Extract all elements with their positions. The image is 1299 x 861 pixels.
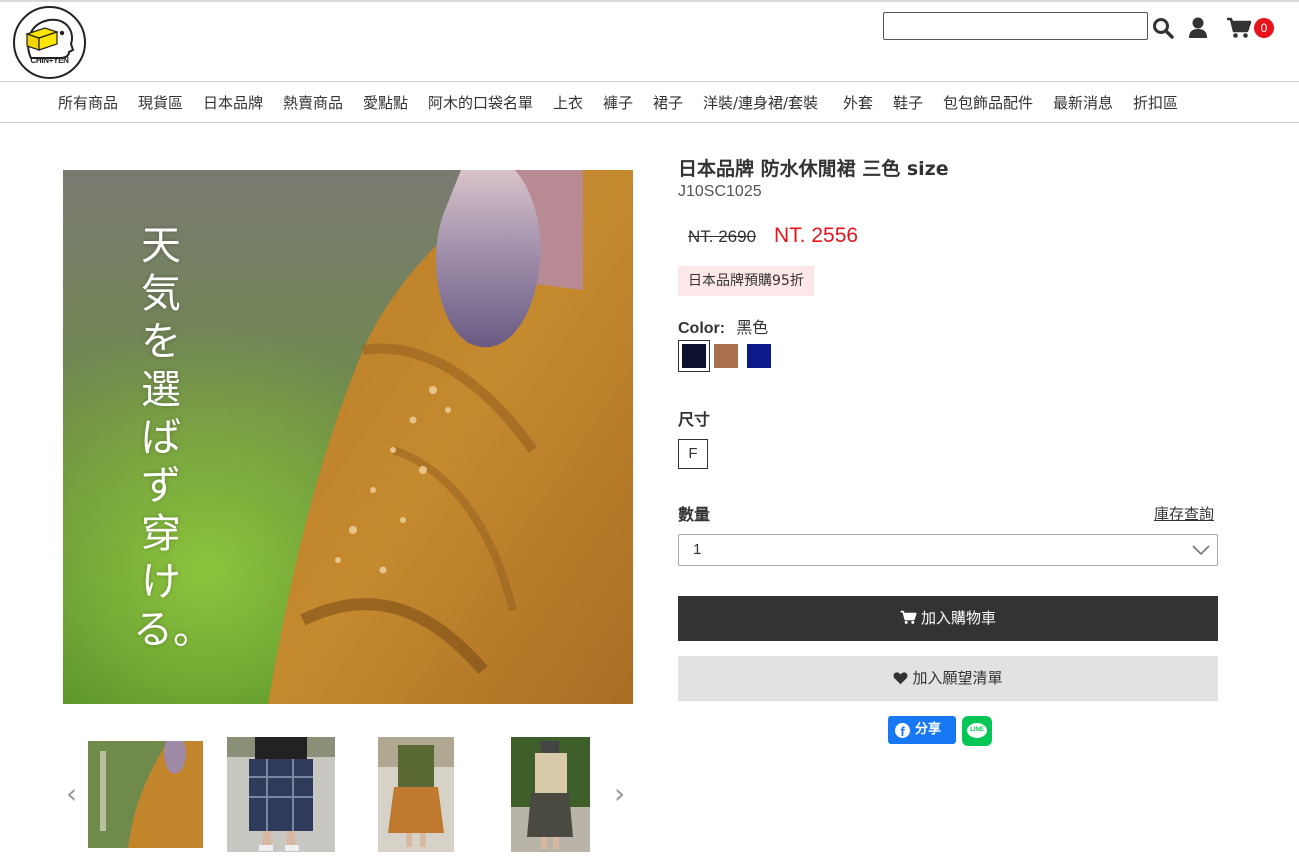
nav-item-shoes[interactable]: 鞋子 (893, 92, 923, 113)
original-price: NT. 2690 (688, 227, 757, 246)
color-swatch-brown[interactable] (714, 344, 738, 368)
nav-item-polka-dots[interactable]: 愛點點 (363, 92, 408, 113)
thumbnail-3-photo (378, 737, 454, 852)
thumbnail-1-photo (88, 741, 203, 848)
color-swatch-black[interactable] (678, 340, 710, 372)
add-to-cart-label: 加入購物車 (920, 609, 996, 627)
thumbnail-4-photo (511, 737, 590, 852)
thumbnail-2[interactable] (227, 737, 335, 852)
sale-price: NT. 2556 (774, 224, 859, 247)
line-icon: LINE (967, 723, 987, 738)
add-to-cart-button[interactable]: 加入購物車 (678, 596, 1218, 641)
nav-item-news[interactable]: 最新消息 (1053, 92, 1113, 113)
nav-item-skirts[interactable]: 裙子 (653, 92, 683, 113)
nav-item-dresses[interactable]: 洋裝/連身裙/套裝 (703, 92, 818, 113)
add-to-wishlist-label: 加入願望清單 (912, 669, 1003, 687)
main-product-image[interactable]: 天気を選ばず穿ける。 (63, 170, 633, 704)
thumb-prev-arrow[interactable]: ‹ (66, 779, 77, 809)
nav-item-pants[interactable]: 褲子 (603, 92, 633, 113)
quantity-select[interactable]: 1 (678, 534, 1218, 566)
thumbnail-4[interactable] (511, 737, 590, 852)
stock-check-link[interactable]: 庫存查詢 (1154, 503, 1214, 524)
nav-item-bags-accessories[interactable]: 包包飾品配件 (943, 92, 1033, 113)
nav-item-sale[interactable]: 折扣區 (1133, 92, 1178, 113)
nav-item-in-stock[interactable]: 現貨區 (138, 92, 183, 113)
color-label-key: Color: (678, 320, 726, 337)
add-to-wishlist-button[interactable]: 加入願望清單 (678, 656, 1218, 701)
cart-count-badge: 0 (1254, 18, 1274, 38)
thumbnail-2-photo (227, 737, 335, 852)
main-image-overlay-text: 天気を選ばず穿ける。 (133, 223, 213, 653)
cart-icon (900, 610, 917, 624)
product-title: 日本品牌 防水休閒裙 三色 size (678, 158, 949, 180)
size-label: 尺寸 (678, 410, 711, 429)
promo-tag: 日本品牌預購95折 (678, 266, 814, 296)
color-label: Color: 黑色 (678, 314, 768, 338)
selected-color-value: 黑色 (736, 318, 769, 337)
facebook-icon: f (895, 723, 910, 739)
heart-icon (894, 672, 908, 685)
nav-item-amu-picks[interactable]: 阿木的口袋名單 (428, 92, 533, 113)
category-nav: 所有商品 現貨區 日本品牌 熱賣商品 愛點點 阿木的口袋名單 上衣 褲子 裙子 … (0, 83, 1299, 123)
logo-text: CHiN+YEN (30, 56, 69, 65)
nav-item-tops[interactable]: 上衣 (553, 92, 583, 113)
thumbnail-3[interactable] (378, 737, 454, 852)
nav-item-bestsellers[interactable]: 熱賣商品 (283, 92, 343, 113)
color-swatch-blue[interactable] (747, 344, 771, 368)
size-option-f[interactable]: F (678, 439, 708, 469)
logo-head-icon (25, 18, 75, 59)
product-sku: J10SC1025 (678, 183, 762, 200)
nav-item-japan-brands[interactable]: 日本品牌 (203, 92, 263, 113)
chevron-down-icon (1192, 545, 1210, 556)
site-logo[interactable]: CHiN+YEN (13, 6, 86, 79)
facebook-share-label: 分享 (915, 722, 942, 737)
facebook-share-button[interactable]: f 分享 (888, 716, 956, 744)
search-icon[interactable] (1152, 17, 1174, 39)
quantity-label: 數量 (678, 505, 711, 524)
nav-item-outerwear[interactable]: 外套 (843, 92, 873, 113)
search-input[interactable] (883, 12, 1148, 40)
thumbnail-1[interactable] (88, 741, 203, 848)
nav-item-all-products[interactable]: 所有商品 (58, 92, 118, 113)
line-share-button[interactable]: LINE (962, 716, 992, 746)
thumb-next-arrow[interactable]: › (614, 779, 625, 809)
cart-icon[interactable] (1226, 17, 1252, 39)
site-header: CHiN+YEN 0 (0, 2, 1299, 82)
user-icon[interactable] (1188, 17, 1208, 39)
